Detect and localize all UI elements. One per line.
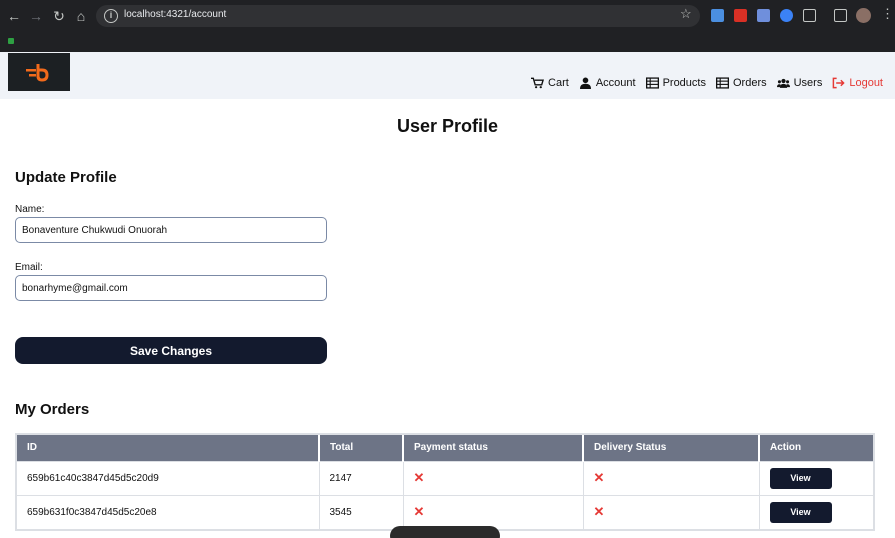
nav-orders-label: Orders <box>732 77 767 89</box>
side-panel-icon[interactable] <box>834 9 847 22</box>
order-id: 659b631f0c3847d45d5c20e8 <box>17 494 320 529</box>
profile-avatar[interactable] <box>856 8 871 23</box>
column-header-payment-status: Payment status <box>403 435 584 461</box>
bookmark-favicon[interactable] <box>8 38 14 44</box>
bookmark-star-icon[interactable]: ☆ <box>680 6 692 22</box>
logo-icon <box>26 64 49 82</box>
floating-toolbar[interactable] <box>390 526 500 538</box>
order-total: 3545 <box>319 494 404 529</box>
nav-account[interactable]: Account <box>579 77 636 89</box>
column-header-delivery-status: Delivery Status <box>583 435 760 461</box>
users-icon <box>776 78 790 88</box>
table-row: 659b61c40c3847d45d5c20d9 2147 ✕ ✕ View <box>17 460 873 495</box>
back-icon[interactable]: ← <box>6 8 22 24</box>
email-field[interactable] <box>15 275 327 301</box>
nav-products[interactable]: Products <box>645 77 706 89</box>
column-header-id: ID <box>17 435 320 461</box>
column-header-total: Total <box>319 435 404 461</box>
nav-logout[interactable]: Logout <box>832 77 883 89</box>
app-header: Cart Account Products Orders Users Logou… <box>0 52 895 99</box>
main-nav: Cart Account Products Orders Users Logou… <box>531 77 883 89</box>
table-header-row: ID Total Payment status Delivery Status … <box>17 435 873 461</box>
nav-logout-label: Logout <box>849 77 883 89</box>
payment-unpaid-icon: ✕ <box>413 504 425 520</box>
save-changes-button[interactable]: Save Changes <box>15 337 327 364</box>
logout-icon <box>832 77 846 89</box>
nav-cart[interactable]: Cart <box>531 77 569 89</box>
name-label: Name: <box>15 204 45 215</box>
logo[interactable] <box>8 53 70 91</box>
extension-icon[interactable] <box>734 9 747 22</box>
view-order-button[interactable]: View <box>769 467 832 489</box>
home-icon[interactable]: ⌂ <box>73 8 89 24</box>
browser-chrome: ← → ↻ ⌂ i localhost:4321/account ☆ ⋮ <box>0 0 895 52</box>
forward-icon[interactable]: → <box>28 8 44 24</box>
table-icon <box>715 77 729 89</box>
extension-icon[interactable] <box>711 9 724 22</box>
cart-icon <box>531 77 545 89</box>
view-order-button[interactable]: View <box>769 501 832 523</box>
nav-account-label: Account <box>595 77 636 89</box>
site-info-icon[interactable]: i <box>104 9 118 23</box>
translate-extension-icon[interactable] <box>757 9 770 22</box>
nav-users-label: Users <box>793 77 823 89</box>
name-field[interactable] <box>15 217 327 243</box>
delivery-pending-icon: ✕ <box>593 504 605 520</box>
url-text[interactable]: localhost:4321/account <box>124 9 226 20</box>
payment-unpaid-icon: ✕ <box>413 470 425 485</box>
nav-products-label: Products <box>662 77 706 89</box>
reload-icon[interactable]: ↻ <box>51 8 67 24</box>
order-id: 659b61c40c3847d45d5c20d9 <box>17 460 320 495</box>
address-bar[interactable]: i localhost:4321/account <box>96 5 700 27</box>
extension-icon[interactable] <box>780 9 793 22</box>
browser-menu-icon[interactable]: ⋮ <box>881 6 894 22</box>
delivery-pending-icon: ✕ <box>593 470 605 485</box>
orders-table: ID Total Payment status Delivery Status … <box>15 433 875 531</box>
table-row: 659b631f0c3847d45d5c20e8 3545 ✕ ✕ View <box>17 494 873 529</box>
email-label: Email: <box>15 262 43 273</box>
my-orders-heading: My Orders <box>15 401 90 418</box>
update-profile-heading: Update Profile <box>15 169 117 186</box>
page-title: User Profile <box>396 116 499 136</box>
column-header-action: Action <box>759 435 873 461</box>
table-icon <box>645 77 659 89</box>
order-total: 2147 <box>319 460 404 495</box>
extensions-puzzle-icon[interactable] <box>803 9 816 22</box>
nav-cart-label: Cart <box>548 77 569 89</box>
nav-users[interactable]: Users <box>776 77 823 89</box>
user-icon <box>579 77 591 89</box>
nav-orders[interactable]: Orders <box>715 77 767 89</box>
